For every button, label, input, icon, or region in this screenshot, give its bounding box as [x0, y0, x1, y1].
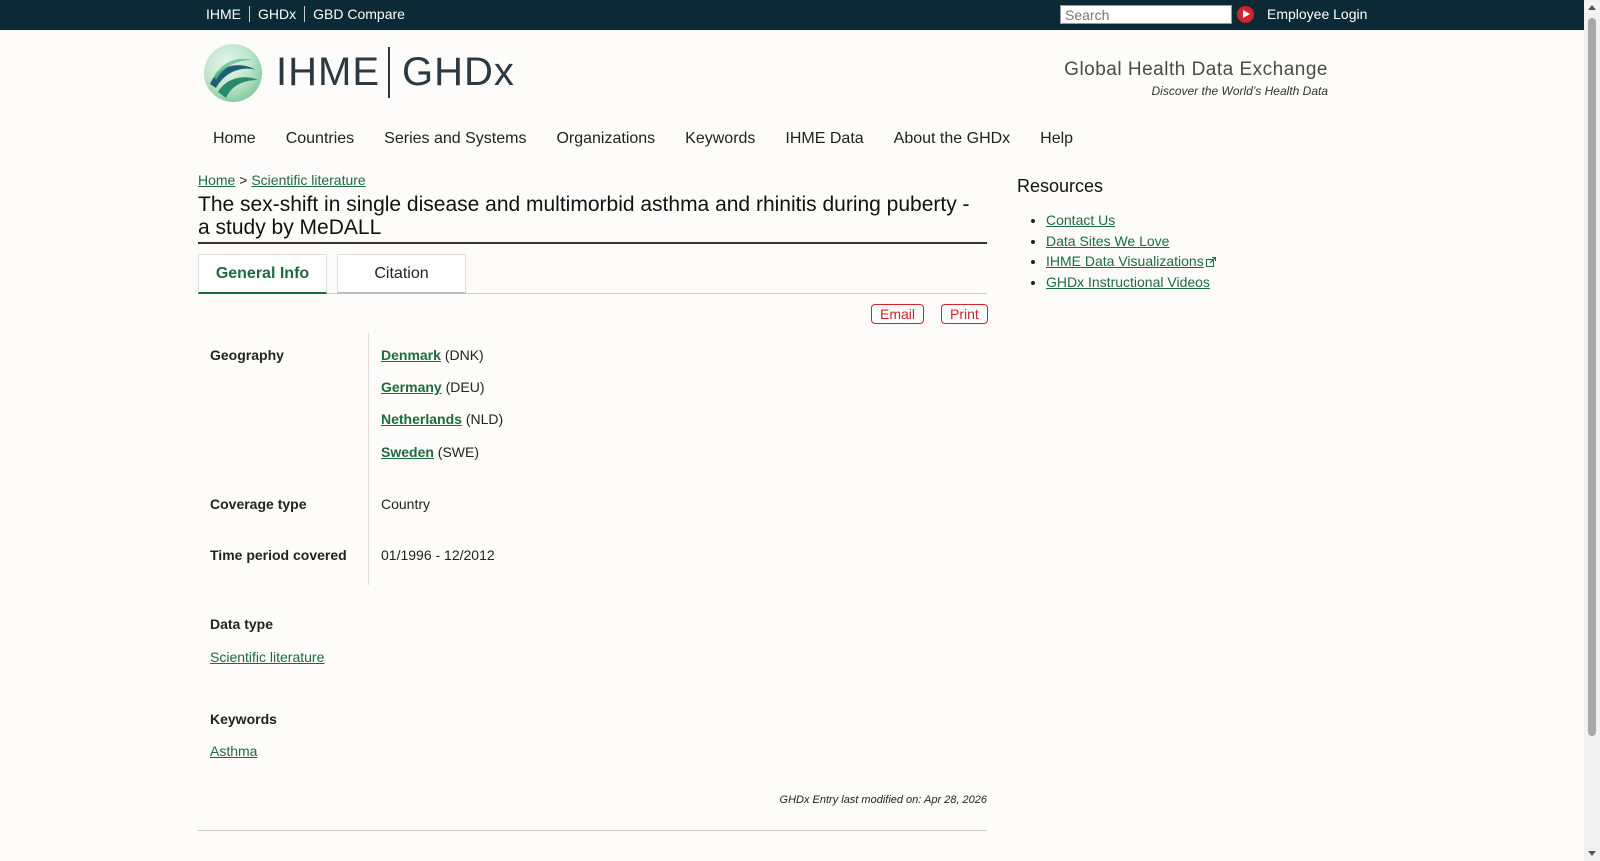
search-input[interactable]: [1060, 5, 1232, 24]
geography-code: (SWE): [437, 444, 480, 460]
geography-link-sweden[interactable]: Sweden: [381, 444, 434, 460]
top-link-gbd-compare[interactable]: GBD Compare: [304, 6, 413, 22]
logo-ghdx-text[interactable]: GHDx: [402, 50, 515, 95]
nav-item-about-ghdx[interactable]: About the GHDx: [879, 130, 1026, 148]
nav-item-help[interactable]: Help: [1025, 130, 1088, 148]
list-item: IHME Data Visualizations: [1046, 251, 1216, 272]
tagline-subtitle: Discover the World’s Health Data: [1151, 84, 1328, 98]
geography-label: Geography: [210, 347, 284, 363]
nav-item-countries[interactable]: Countries: [271, 130, 369, 148]
page-title: The sex-shift in single disease and mult…: [198, 193, 987, 244]
nav-item-ihme-data[interactable]: IHME Data: [770, 130, 878, 148]
top-links: IHME GHDx GBD Compare: [206, 6, 413, 22]
geography-code: (DEU): [445, 379, 485, 395]
data-type-label: Data type: [210, 616, 274, 632]
resources-title: Resources: [1017, 176, 1104, 196]
content-divider: [198, 830, 987, 831]
list-item: Contact Us: [1046, 210, 1216, 231]
scroll-thumb[interactable]: [1588, 18, 1596, 736]
geography-item: Sweden (SWE): [381, 444, 479, 460]
breadcrumb: Home > Scientific literature: [198, 172, 366, 188]
nav-item-keywords[interactable]: Keywords: [670, 130, 770, 148]
geography-item: Netherlands (NLD): [381, 411, 503, 427]
ihme-logo-icon[interactable]: [204, 44, 262, 102]
geography-link-netherlands[interactable]: Netherlands: [381, 411, 462, 427]
time-period-label: Time period covered: [210, 547, 347, 563]
top-link-ihme[interactable]: IHME: [206, 6, 249, 22]
geography-code: (NLD): [465, 411, 504, 427]
logo-divider: [388, 47, 390, 98]
geography-link-denmark[interactable]: Denmark: [381, 347, 441, 363]
tab-general-info[interactable]: General Info: [198, 254, 327, 294]
geography-code: (DNK): [444, 347, 484, 363]
resources-list: Contact Us Data Sites We Love IHME Data …: [1017, 210, 1216, 292]
time-period-value: 01/1996 - 12/2012: [381, 547, 495, 563]
nav-item-home[interactable]: Home: [198, 130, 271, 148]
tagline-title: Global Health Data Exchange: [1064, 59, 1328, 80]
coverage-type-label: Coverage type: [210, 496, 307, 512]
breadcrumb-separator: >: [239, 172, 248, 188]
scroll-down-icon[interactable]: [1588, 851, 1596, 856]
tab-bar: General Info Citation: [198, 254, 987, 294]
geography-link-germany[interactable]: Germany: [381, 379, 442, 395]
top-link-ghdx[interactable]: GHDx: [249, 6, 304, 22]
resource-link-contact-us[interactable]: Contact Us: [1046, 212, 1115, 228]
keywords-label: Keywords: [210, 711, 277, 727]
email-button[interactable]: Email: [871, 304, 925, 324]
table-divider: [368, 333, 369, 585]
logo-ihme-text[interactable]: IHME: [276, 50, 380, 95]
scroll-up-icon[interactable]: [1588, 5, 1596, 10]
employee-login-link[interactable]: Employee Login: [1267, 6, 1367, 22]
geography-item: Germany (DEU): [381, 379, 484, 395]
list-item: Data Sites We Love: [1046, 231, 1216, 252]
resource-link-instructional-videos[interactable]: GHDx Instructional Videos: [1046, 274, 1210, 290]
keyword-link-asthma[interactable]: Asthma: [210, 743, 257, 759]
vertical-scrollbar[interactable]: [1584, 0, 1600, 861]
data-type-link[interactable]: Scientific literature: [210, 649, 324, 665]
breadcrumb-current-link[interactable]: Scientific literature: [251, 172, 365, 188]
list-item: GHDx Instructional Videos: [1046, 272, 1216, 293]
nav-item-series-and-systems[interactable]: Series and Systems: [369, 130, 541, 148]
print-button[interactable]: Print: [941, 304, 988, 324]
resource-link-data-sites[interactable]: Data Sites We Love: [1046, 233, 1169, 249]
last-modified-note: GHDx Entry last modified on: Apr 28, 202…: [779, 794, 987, 806]
main-nav: Home Countries Series and Systems Organi…: [198, 130, 1088, 148]
nav-item-organizations[interactable]: Organizations: [541, 130, 670, 148]
search-go-icon[interactable]: [1237, 6, 1254, 23]
geography-item: Denmark (DNK): [381, 347, 484, 363]
coverage-type-value: Country: [381, 496, 431, 512]
tab-citation[interactable]: Citation: [337, 254, 466, 294]
resource-link-ihme-visualizations[interactable]: IHME Data Visualizations: [1046, 253, 1204, 269]
breadcrumb-home-link[interactable]: Home: [198, 172, 235, 188]
external-link-icon: [1205, 252, 1216, 267]
top-bar: IHME GHDx GBD Compare Employee Login: [0, 0, 1584, 30]
